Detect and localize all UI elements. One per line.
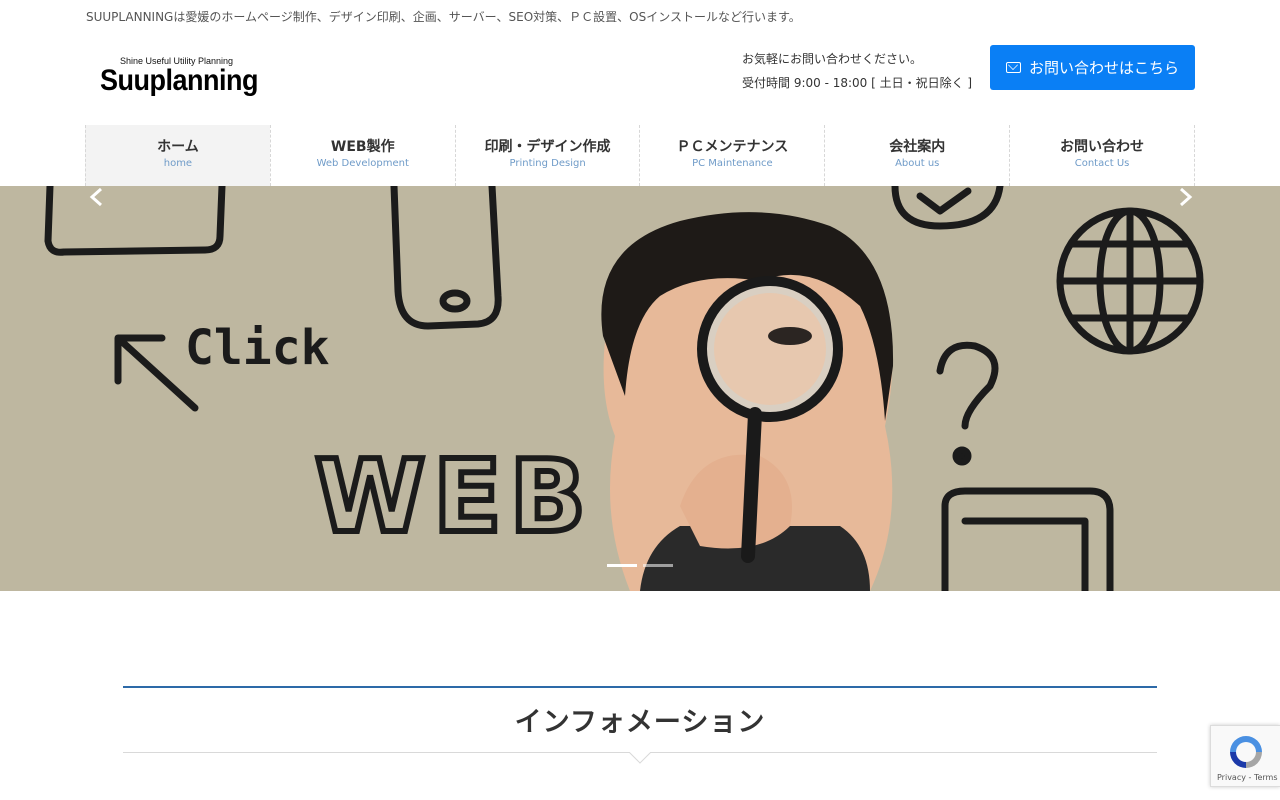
section-top-border (123, 686, 1157, 688)
nav-item-printing-design[interactable]: 印刷・デザイン作成 Printing Design (454, 125, 640, 186)
recaptcha-icon (1230, 736, 1262, 768)
nav-item-about-us[interactable]: 会社案内 About us (824, 125, 1009, 186)
contact-button[interactable]: お問い合わせはこちら (990, 45, 1195, 90)
nav-label: 印刷・デザイン作成 (484, 139, 611, 155)
section-title: インフォメーション (514, 707, 766, 738)
phone-button-doodle (439, 289, 471, 313)
prev-slide-icon[interactable] (86, 186, 108, 208)
nav-sublabel: home (163, 158, 193, 169)
nav-label: WEB製作 (330, 139, 395, 155)
slide-indicator-1[interactable] (607, 564, 637, 567)
web-doodle-text: WEB (315, 438, 594, 555)
contact-button-label: お問い合わせはこちら (1028, 59, 1179, 77)
nav-label: お問い合わせ (1060, 139, 1145, 155)
recaptcha-links[interactable]: Privacy - Terms (1217, 773, 1278, 782)
nav-item-contact-us[interactable]: お問い合わせ Contact Us (1009, 125, 1195, 186)
slide-indicators (607, 564, 673, 567)
hero-illustration: Click WEB (44, 186, 1204, 591)
contact-info: お気軽にお問い合わせください。 受付時間 9:00 - 18:00 [ 土日・祝… (742, 47, 972, 95)
mail-icon (1005, 62, 1021, 73)
click-doodle-text: Click (185, 320, 330, 376)
recaptcha-badge[interactable]: Privacy - Terms (1210, 725, 1280, 787)
contact-message: お気軽にお問い合わせください。 (742, 52, 923, 66)
nav-sublabel: PC Maintenance (692, 158, 773, 169)
logo-wordmark: Suuplanning (100, 64, 258, 97)
nav-item-web-development[interactable]: WEB製作 Web Development (269, 125, 455, 186)
monitor-doodle (44, 186, 226, 256)
nav-item-home[interactable]: ホーム home (85, 125, 270, 186)
slide-indicator-2[interactable] (643, 564, 673, 567)
nav-label: 会社案内 (889, 139, 946, 155)
main-nav: ホーム home WEB製作 Web Development 印刷・デザイン作成… (85, 125, 1195, 186)
question-doodle (936, 341, 999, 430)
site-logo[interactable]: Shine Useful Utility Planning Suuplannin… (100, 54, 258, 98)
nav-sublabel: Web Development (316, 158, 409, 169)
nav-label: ＰＣメンテナンス (676, 139, 789, 155)
nav-sublabel: Contact Us (1074, 158, 1130, 169)
arrow-doodle (114, 334, 199, 412)
nav-sublabel: Printing Design (509, 158, 586, 169)
next-slide-icon[interactable] (1174, 186, 1196, 208)
business-hours: 受付時間 9:00 - 18:00 [ 土日・祝日除く ] (742, 76, 973, 90)
site-tagline: SUUPLANNINGは愛媛のホームページ制作、デザイン印刷、企画、サーバー、S… (86, 10, 801, 24)
nav-sublabel: About us (895, 158, 940, 169)
nav-item-pc-maintenance[interactable]: ＰＣメンテナンス PC Maintenance (639, 125, 824, 186)
nav-label: ホーム (157, 139, 199, 155)
hero-slider[interactable]: Click WEB (0, 186, 1280, 591)
caret-down-icon (629, 752, 651, 764)
child-photo (601, 212, 894, 591)
